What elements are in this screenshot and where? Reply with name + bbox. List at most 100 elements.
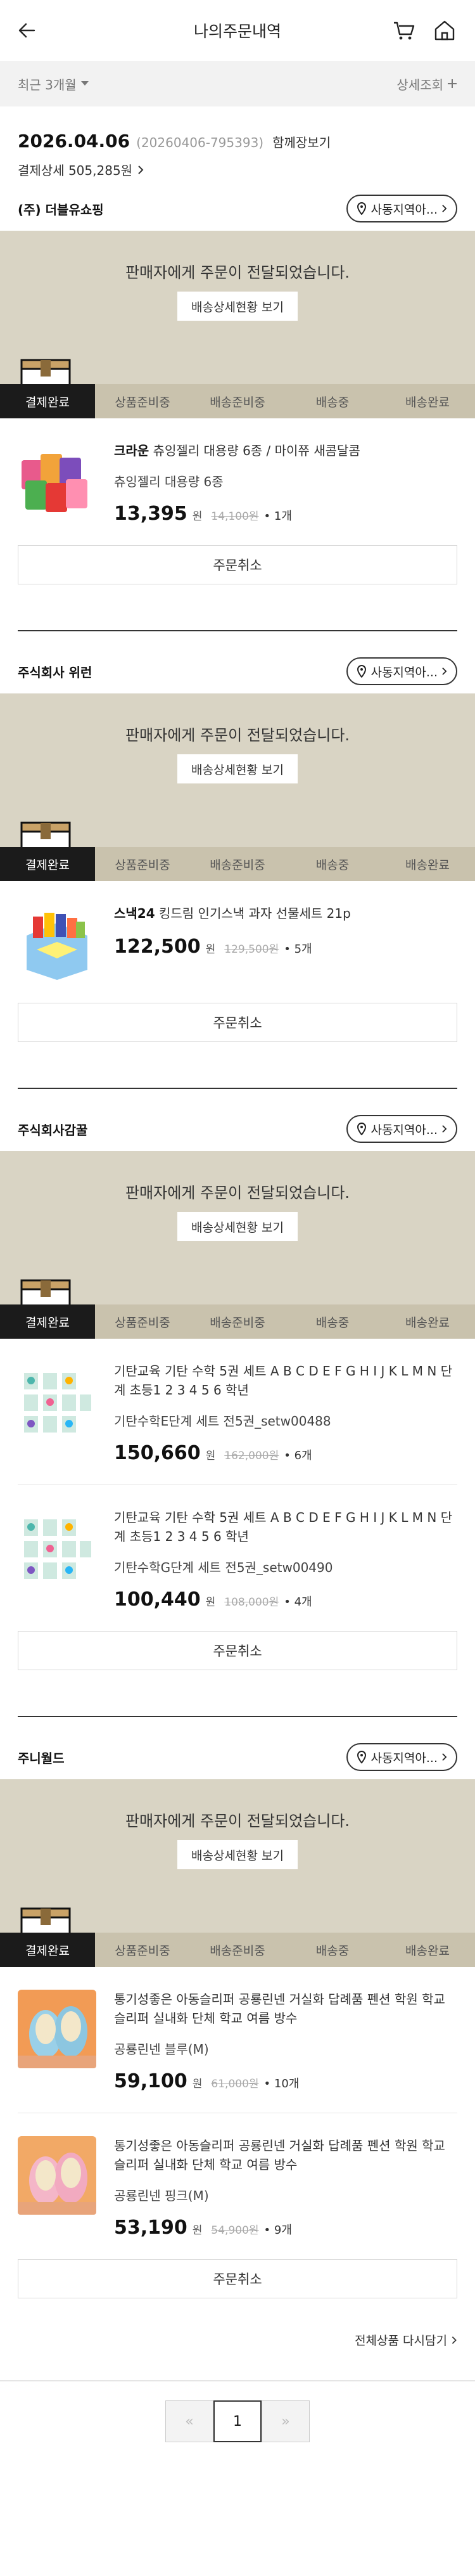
item-name: 기탄교육 기탄 수학 5권 세트 A B C D E F G H I J K L… bbox=[114, 1363, 453, 1398]
sale-price: 13,395 bbox=[114, 503, 187, 525]
address-button[interactable]: 사동지역아... bbox=[346, 657, 457, 685]
seller-header: (주) 더블유쇼핑 사동지역아... bbox=[0, 186, 475, 231]
cancel-order-button[interactable]: 주문취소 bbox=[18, 1003, 457, 1042]
order-number: (20260406-795393) bbox=[136, 135, 264, 150]
tracking-button[interactable]: 배송상세현황 보기 bbox=[177, 754, 298, 783]
cancel-order-button[interactable]: 주문취소 bbox=[18, 545, 457, 584]
location-pin-icon bbox=[357, 202, 367, 215]
period-filter-bar: 최근 3개월 상세조회 bbox=[0, 61, 475, 106]
delivery-steps: 결제완료 상품준비중 배송준비중 배송중 배송완료 bbox=[0, 384, 475, 418]
reorder-label: 전체상품 다시담기 bbox=[355, 2334, 447, 2348]
sale-price: 59,100 bbox=[114, 2070, 187, 2092]
order-item[interactable]: 통기성좋은 아동슬리퍼 공룡린넨 거실화 답례품 펜션 학원 학교 슬리퍼 실내… bbox=[0, 1967, 475, 2113]
sale-price: 53,190 bbox=[114, 2217, 187, 2239]
address-button[interactable]: 사동지역아... bbox=[346, 1743, 457, 1771]
delivery-step: 배송준비중 bbox=[190, 1304, 285, 1339]
detail-search-label: 상세조회 bbox=[396, 77, 443, 93]
payment-detail-link[interactable]: 결제상세 505,285원 bbox=[18, 160, 457, 179]
product-thumbnail[interactable] bbox=[18, 441, 96, 520]
home-icon[interactable] bbox=[432, 18, 457, 43]
seller-section: 주니월드 사동지역아... 판매자에게 주문이 전달되었습니다. 배송상세현황 … bbox=[0, 1735, 475, 2298]
chevron-right-icon bbox=[442, 1753, 447, 1761]
currency-unit: 원 bbox=[205, 1450, 216, 1462]
delivery-status-banner: 판매자에게 주문이 전달되었습니다. 배송상세현황 보기 결제완료 상품준비중 배송… bbox=[0, 693, 475, 881]
address-button[interactable]: 사동지역아... bbox=[346, 195, 457, 222]
quantity: • 9개 bbox=[263, 2224, 292, 2237]
product-thumbnail[interactable] bbox=[18, 2136, 96, 2215]
location-pin-icon bbox=[357, 1751, 367, 1763]
item-name: 기탄교육 기탄 수학 5권 세트 A B C D E F G H I J K L… bbox=[114, 1510, 453, 1544]
order-item[interactable]: 스낵24 킹드림 인기스낵 과자 선물세트 21p 122,500 원 129,… bbox=[0, 881, 475, 1003]
product-thumbnail[interactable] bbox=[18, 1362, 96, 1440]
delivery-step: 배송완료 bbox=[380, 384, 475, 418]
location-pin-icon bbox=[357, 1123, 367, 1135]
page-1-button[interactable]: 1 bbox=[213, 2400, 262, 2442]
original-price: 162,000원 bbox=[224, 1450, 279, 1462]
seller-list: (주) 더블유쇼핑 사동지역아... 판매자에게 주문이 전달되었습니다. 배송… bbox=[0, 179, 475, 2298]
item-option: 공룡린넨 핑크(M) bbox=[114, 2188, 209, 2203]
cancel-order-button[interactable]: 주문취소 bbox=[18, 2259, 457, 2298]
delivery-step: 배송준비중 bbox=[190, 1933, 285, 1967]
product-thumbnail[interactable] bbox=[18, 1990, 96, 2068]
detail-search-button[interactable]: 상세조회 bbox=[396, 75, 457, 93]
pagination: « 1 » bbox=[0, 2381, 475, 2461]
item-option: 기탄수학E단계 세트 전5권_setw00488 bbox=[114, 1414, 331, 1429]
caret-down-icon bbox=[80, 81, 89, 86]
currency-unit: 원 bbox=[192, 2224, 203, 2237]
quantity: • 1개 bbox=[263, 510, 292, 523]
seller-section: 주식회사 위런 사동지역아... 판매자에게 주문이 전달되었습니다. 배송상세… bbox=[0, 649, 475, 1107]
currency-unit: 원 bbox=[192, 510, 203, 523]
next-page-button[interactable]: » bbox=[262, 2400, 310, 2442]
product-thumbnail[interactable] bbox=[18, 1508, 96, 1587]
seller-name: (주) 더블유쇼핑 bbox=[18, 202, 104, 217]
bundle-view-link[interactable]: 함께장보기 bbox=[272, 132, 331, 151]
order-summary: 2026.04.06 (20260406-795393) 함께장보기 결제상세 … bbox=[0, 106, 475, 179]
back-arrow-icon[interactable] bbox=[15, 18, 41, 43]
sale-price: 122,500 bbox=[114, 936, 201, 958]
address-button[interactable]: 사동지역아... bbox=[346, 1115, 457, 1143]
item-price: 150,660 원 162,000원 • 6개 bbox=[114, 1442, 457, 1464]
chevron-right-icon bbox=[442, 667, 447, 675]
plus-icon bbox=[448, 79, 457, 88]
order-item[interactable]: 통기성좋은 아동슬리퍼 공룡린넨 거실화 답례품 펜션 학원 학교 슬리퍼 실내… bbox=[0, 2113, 475, 2259]
delivery-step: 결제완료 bbox=[0, 1304, 95, 1339]
order-item[interactable]: 기탄교육 기탄 수학 5권 세트 A B C D E F G H I J K L… bbox=[0, 1339, 475, 1484]
delivery-status-banner: 판매자에게 주문이 전달되었습니다. 배송상세현황 보기 결제완료 상품준비중 배송… bbox=[0, 231, 475, 418]
currency-unit: 원 bbox=[205, 943, 216, 956]
product-thumbnail[interactable] bbox=[18, 904, 96, 982]
item-brand: 크라운 bbox=[114, 443, 149, 458]
tracking-button[interactable]: 배송상세현황 보기 bbox=[177, 292, 298, 321]
delivery-step: 배송완료 bbox=[380, 847, 475, 881]
status-message: 판매자에게 주문이 전달되었습니다. bbox=[125, 726, 350, 744]
seller-header: 주식회사 위런 사동지역아... bbox=[0, 649, 475, 693]
reorder-all-link[interactable]: 전체상품 다시담기 bbox=[0, 2298, 475, 2348]
tracking-button[interactable]: 배송상세현황 보기 bbox=[177, 1840, 298, 1869]
chevron-right-icon bbox=[442, 205, 447, 212]
top-header: 나의주문내역 bbox=[0, 0, 475, 61]
order-item[interactable]: 크라운 츄잉젤리 대용량 6종 / 마이쮸 새콤달콤 츄잉젤리 대용량 6종 1… bbox=[0, 418, 475, 545]
seller-header: 주니월드 사동지역아... bbox=[0, 1735, 475, 1779]
delivery-step: 결제완료 bbox=[0, 847, 95, 881]
order-date: 2026.04.06 bbox=[18, 131, 130, 151]
cancel-order-button[interactable]: 주문취소 bbox=[18, 1631, 457, 1670]
seller-section: (주) 더블유쇼핑 사동지역아... 판매자에게 주문이 전달되었습니다. 배송… bbox=[0, 186, 475, 649]
location-pin-icon bbox=[357, 665, 367, 678]
cart-icon[interactable] bbox=[391, 18, 417, 43]
order-history-page: 나의주문내역 최근 3개월 상세조회 2026.04.06 (20260406-… bbox=[0, 0, 475, 2461]
item-option: 공룡린넨 블루(M) bbox=[114, 2042, 209, 2057]
item-name: 킹드림 인기스낵 과자 선물세트 21p bbox=[159, 906, 351, 921]
delivery-step: 배송중 bbox=[285, 384, 380, 418]
currency-unit: 원 bbox=[192, 2078, 203, 2090]
period-dropdown[interactable]: 최근 3개월 bbox=[18, 75, 89, 93]
item-option: 츄잉젤리 대용량 6종 bbox=[114, 474, 224, 489]
sale-price: 150,660 bbox=[114, 1442, 201, 1464]
order-item[interactable]: 기탄교육 기탄 수학 5권 세트 A B C D E F G H I J K L… bbox=[0, 1485, 475, 1631]
delivery-step: 배송중 bbox=[285, 847, 380, 881]
item-price: 59,100 원 61,000원 • 10개 bbox=[114, 2070, 457, 2092]
original-price: 61,000원 bbox=[211, 2078, 259, 2090]
item-name: 통기성좋은 아동슬리퍼 공룡린넨 거실화 답례품 펜션 학원 학교 슬리퍼 실내… bbox=[114, 2138, 445, 2172]
tracking-button[interactable]: 배송상세현황 보기 bbox=[177, 1212, 298, 1241]
quantity: • 10개 bbox=[263, 2077, 300, 2090]
chevron-right-icon bbox=[442, 1125, 447, 1133]
prev-page-button[interactable]: « bbox=[165, 2400, 213, 2442]
